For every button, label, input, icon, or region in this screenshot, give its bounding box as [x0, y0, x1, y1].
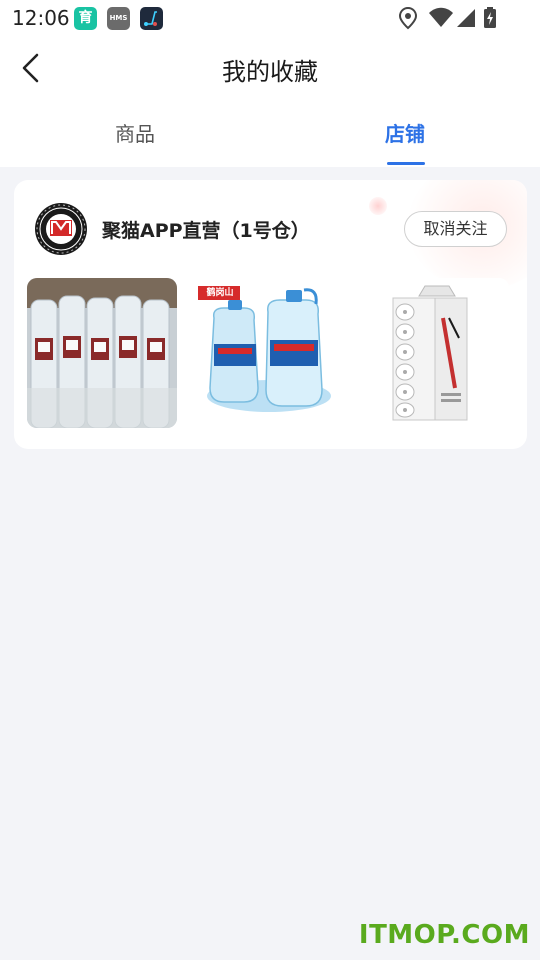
product-thumbnail-water-jugs[interactable]: 鹤岗山 [194, 278, 344, 428]
tab-goods[interactable]: 商品 [75, 118, 195, 147]
wifi-icon [428, 6, 454, 34]
watermark: ITMOP.COM [358, 920, 530, 950]
shop-card[interactable]: 聚猫APP直营（1号仓） 取消关注 鹤岗山 [14, 180, 527, 449]
header: 我的收藏 [0, 36, 540, 100]
shop-logo [34, 202, 88, 256]
page-title: 我的收藏 [222, 58, 318, 86]
signal-icon [455, 6, 477, 34]
unfollow-button[interactable]: 取消关注 [404, 211, 507, 247]
card-decoration-dot [369, 197, 387, 215]
scooter-notification-icon [140, 7, 163, 30]
product-thumbnail-toilet-paper[interactable] [359, 278, 509, 428]
battery-icon [483, 6, 497, 34]
status-bar: 12:06 育 HMS [0, 0, 540, 36]
tab-shops[interactable]: 店铺 [345, 118, 465, 147]
hms-notification-icon: HMS [107, 7, 130, 30]
tab-bar: 商品 店铺 [0, 100, 540, 167]
active-tab-indicator [387, 162, 425, 165]
product-thumbnail-water-pack[interactable] [27, 278, 177, 428]
product-brand-label: 鹤岗山 [206, 288, 234, 298]
shop-name[interactable]: 聚猫APP直营（1号仓） [102, 216, 310, 243]
location-icon [398, 6, 418, 34]
app-notification-icon: 育 [74, 7, 97, 30]
status-time: 12:06 [12, 6, 70, 30]
